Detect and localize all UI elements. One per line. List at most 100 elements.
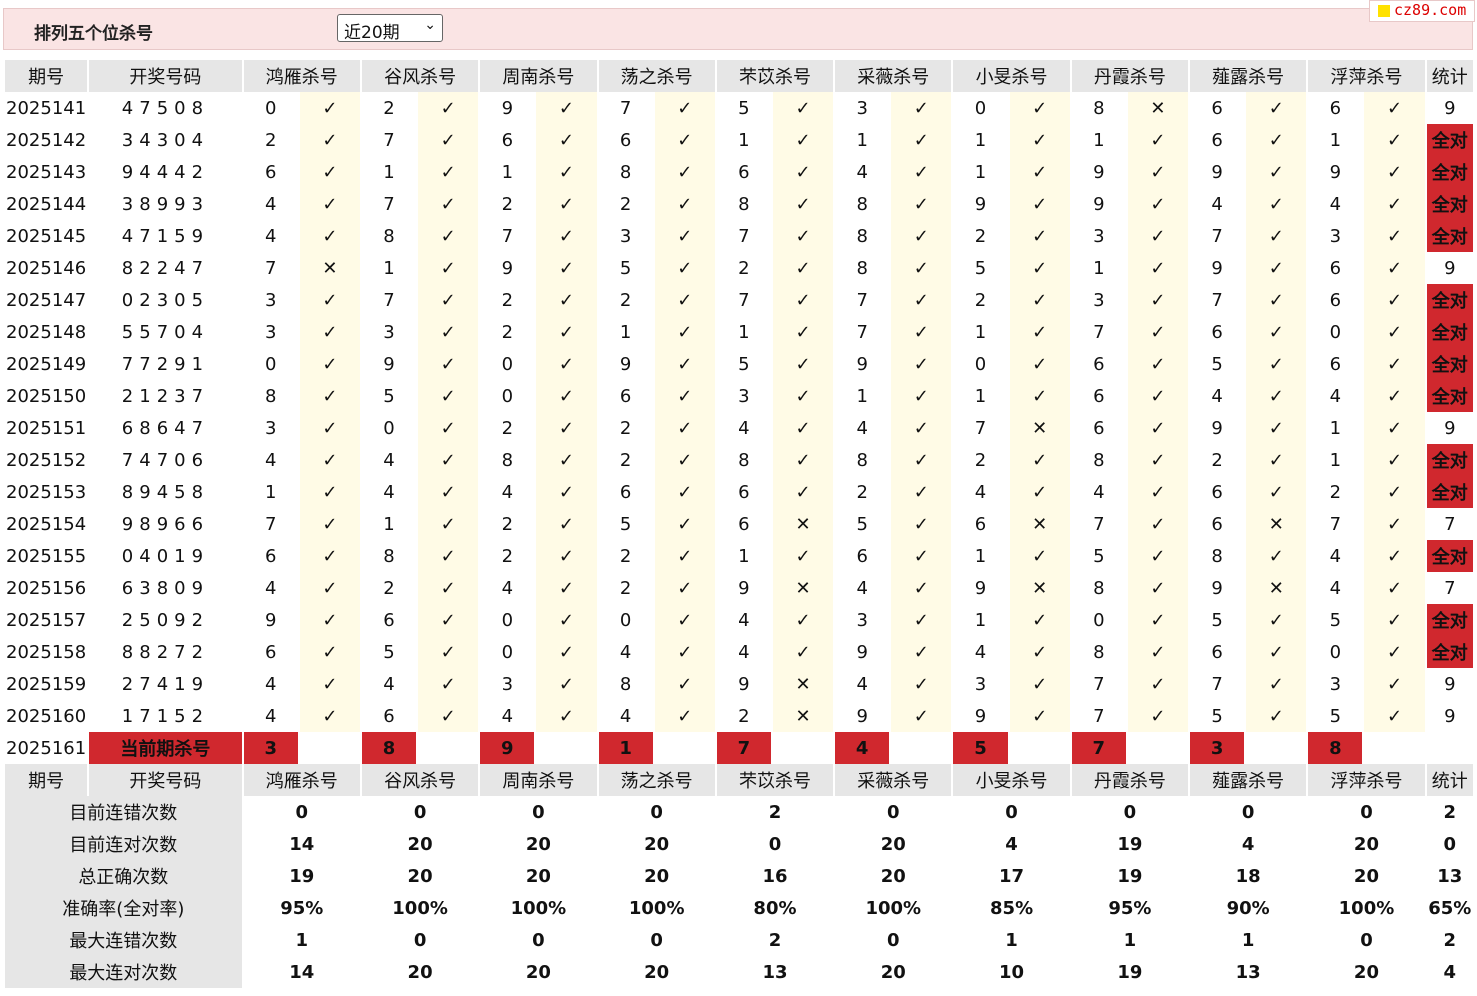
col-header-expert: 荡之杀号 [598, 764, 715, 796]
check-icon: ✓ [536, 124, 597, 156]
kill-number-cell: 9 [1211, 417, 1223, 439]
check-icon: ✓ [536, 540, 597, 572]
kill-number-cell: 3 [856, 609, 868, 631]
summary-value: 20 [1353, 833, 1379, 855]
check-icon: ✓ [418, 572, 479, 604]
kill-number-cell: 1 [1329, 417, 1342, 439]
kill-number-cell: 2 [1211, 449, 1223, 471]
kill-number-cell: 8 [738, 449, 750, 471]
blank-cell [772, 732, 834, 764]
kill-number-cell: 5 [1093, 545, 1105, 567]
chevron-down-icon: ⌄ [424, 17, 436, 33]
kill-number-cell: 2 [501, 321, 514, 343]
check-icon: ✓ [772, 252, 834, 284]
check-icon: ✓ [1364, 380, 1425, 412]
summary-value: 13 [1235, 961, 1261, 983]
cross-icon: ✕ [1127, 92, 1189, 124]
check-icon: ✓ [418, 604, 479, 636]
summary-value: 13 [762, 961, 788, 983]
summary-value: 20 [880, 865, 906, 887]
check-icon: ✓ [1127, 604, 1189, 636]
summary-value: 14 [289, 833, 315, 855]
check-icon: ✓ [536, 636, 597, 668]
current-kill-number: 7 [716, 732, 771, 764]
check-icon: ✓ [654, 540, 715, 572]
check-icon: ✓ [891, 476, 952, 508]
kill-number-cell: 2 [383, 97, 395, 119]
stat-cell: 全对 [1426, 316, 1473, 348]
check-icon: ✓ [891, 636, 952, 668]
check-icon: ✓ [1009, 444, 1070, 476]
stat-cell: 7 [1444, 513, 1456, 535]
kill-number-cell: 9 [1093, 193, 1105, 215]
stat-cell: 全对 [1426, 604, 1473, 636]
kill-number-cell: 1 [1093, 257, 1105, 279]
kill-number-cell: 6 [619, 129, 632, 151]
check-icon: ✓ [654, 348, 715, 380]
current-kill-number: 7 [1071, 732, 1126, 764]
period-cell: 2025141 [6, 97, 87, 119]
check-icon: ✓ [418, 284, 479, 316]
check-icon: ✓ [1246, 540, 1307, 572]
kill-number-cell: 6 [264, 161, 277, 183]
kill-number-cell: 2 [619, 577, 632, 599]
kill-number-cell: 4 [856, 161, 868, 183]
stat-cell: 全对 [1426, 444, 1473, 476]
kill-number-cell: 4 [1329, 577, 1342, 599]
summary-value: 0 [768, 833, 782, 855]
col-header-period: 期号 [5, 60, 88, 92]
check-icon: ✓ [1127, 540, 1189, 572]
check-icon: ✓ [772, 188, 834, 220]
table-row: 2025142 34304 2 ✓ 7 ✓ 6 ✓ 6 ✓ 1 ✓ 1 ✓ 1 ✓ 1 ✓ 6 ✓ 1 ✓ 全对 [5, 124, 1473, 156]
kill-number-cell: 8 [501, 449, 514, 471]
table-row: 2025143 94442 6 ✓ 1 ✓ 1 ✓ 8 ✓ 6 ✓ 4 ✓ 1 ✓ 9 ✓ 9 ✓ 9 ✓ 全对 [5, 156, 1473, 188]
col-header-expert: 采薇杀号 [835, 764, 952, 796]
page-title: 排列五个位杀号 [34, 24, 153, 44]
kill-number-cell: 1 [1093, 129, 1105, 151]
check-icon: ✓ [299, 508, 360, 540]
kill-number-cell: 7 [1093, 513, 1105, 535]
cross-icon: ✕ [1009, 572, 1070, 604]
kill-number-cell: 4 [501, 577, 514, 599]
kill-number-cell: 9 [1329, 161, 1342, 183]
check-icon: ✓ [654, 668, 715, 700]
kill-number-cell: 4 [1211, 385, 1223, 407]
kill-number-cell: 6 [1329, 289, 1342, 311]
col-header-expert: 谷风杀号 [361, 764, 479, 796]
col-header-expert: 荡之杀号 [598, 60, 715, 92]
summary-value: 1 [1123, 929, 1137, 951]
blank-cell [1127, 732, 1189, 764]
kill-number-cell: 6 [1211, 97, 1223, 119]
kill-number-cell: 7 [264, 513, 277, 535]
check-icon: ✓ [891, 668, 952, 700]
check-icon: ✓ [1364, 476, 1425, 508]
kill-number-cell: 6 [738, 481, 750, 503]
check-icon: ✓ [418, 668, 479, 700]
kill-number-cell: 1 [383, 513, 395, 535]
period-select[interactable]: 近20期 ⌄ [337, 14, 443, 43]
kill-number-cell: 6 [264, 641, 277, 663]
kill-number-cell: 0 [501, 641, 514, 663]
check-icon: ✓ [418, 348, 479, 380]
summary-value: 20 [525, 833, 551, 855]
check-icon: ✓ [1246, 220, 1307, 252]
period-cell: 2025158 [6, 641, 87, 663]
check-icon: ✓ [1364, 412, 1425, 444]
kill-number-cell: 6 [1211, 481, 1223, 503]
kill-number-cell: 7 [619, 97, 632, 119]
stat-cell: 全对 [1426, 636, 1473, 668]
kill-number-cell: 2 [501, 289, 514, 311]
summary-value: 20 [525, 961, 551, 983]
table-row: 2025159 27419 4 ✓ 4 ✓ 3 ✓ 8 ✓ 9 ✕ 4 ✓ 3 ✓ 7 ✓ 7 ✓ 3 ✓ 9 [5, 668, 1473, 700]
check-icon: ✓ [1246, 156, 1307, 188]
check-icon: ✓ [1009, 476, 1070, 508]
kill-number-cell: 9 [264, 609, 277, 631]
kill-number-cell: 4 [264, 705, 277, 727]
stat-cell: 9 [1444, 97, 1456, 119]
kill-number-cell: 5 [856, 513, 868, 535]
stat-cell: 全对 [1426, 348, 1473, 380]
check-icon: ✓ [654, 316, 715, 348]
check-icon: ✓ [299, 220, 360, 252]
kill-number-cell: 2 [619, 545, 632, 567]
draw-number-cell: 98966 [121, 513, 210, 535]
